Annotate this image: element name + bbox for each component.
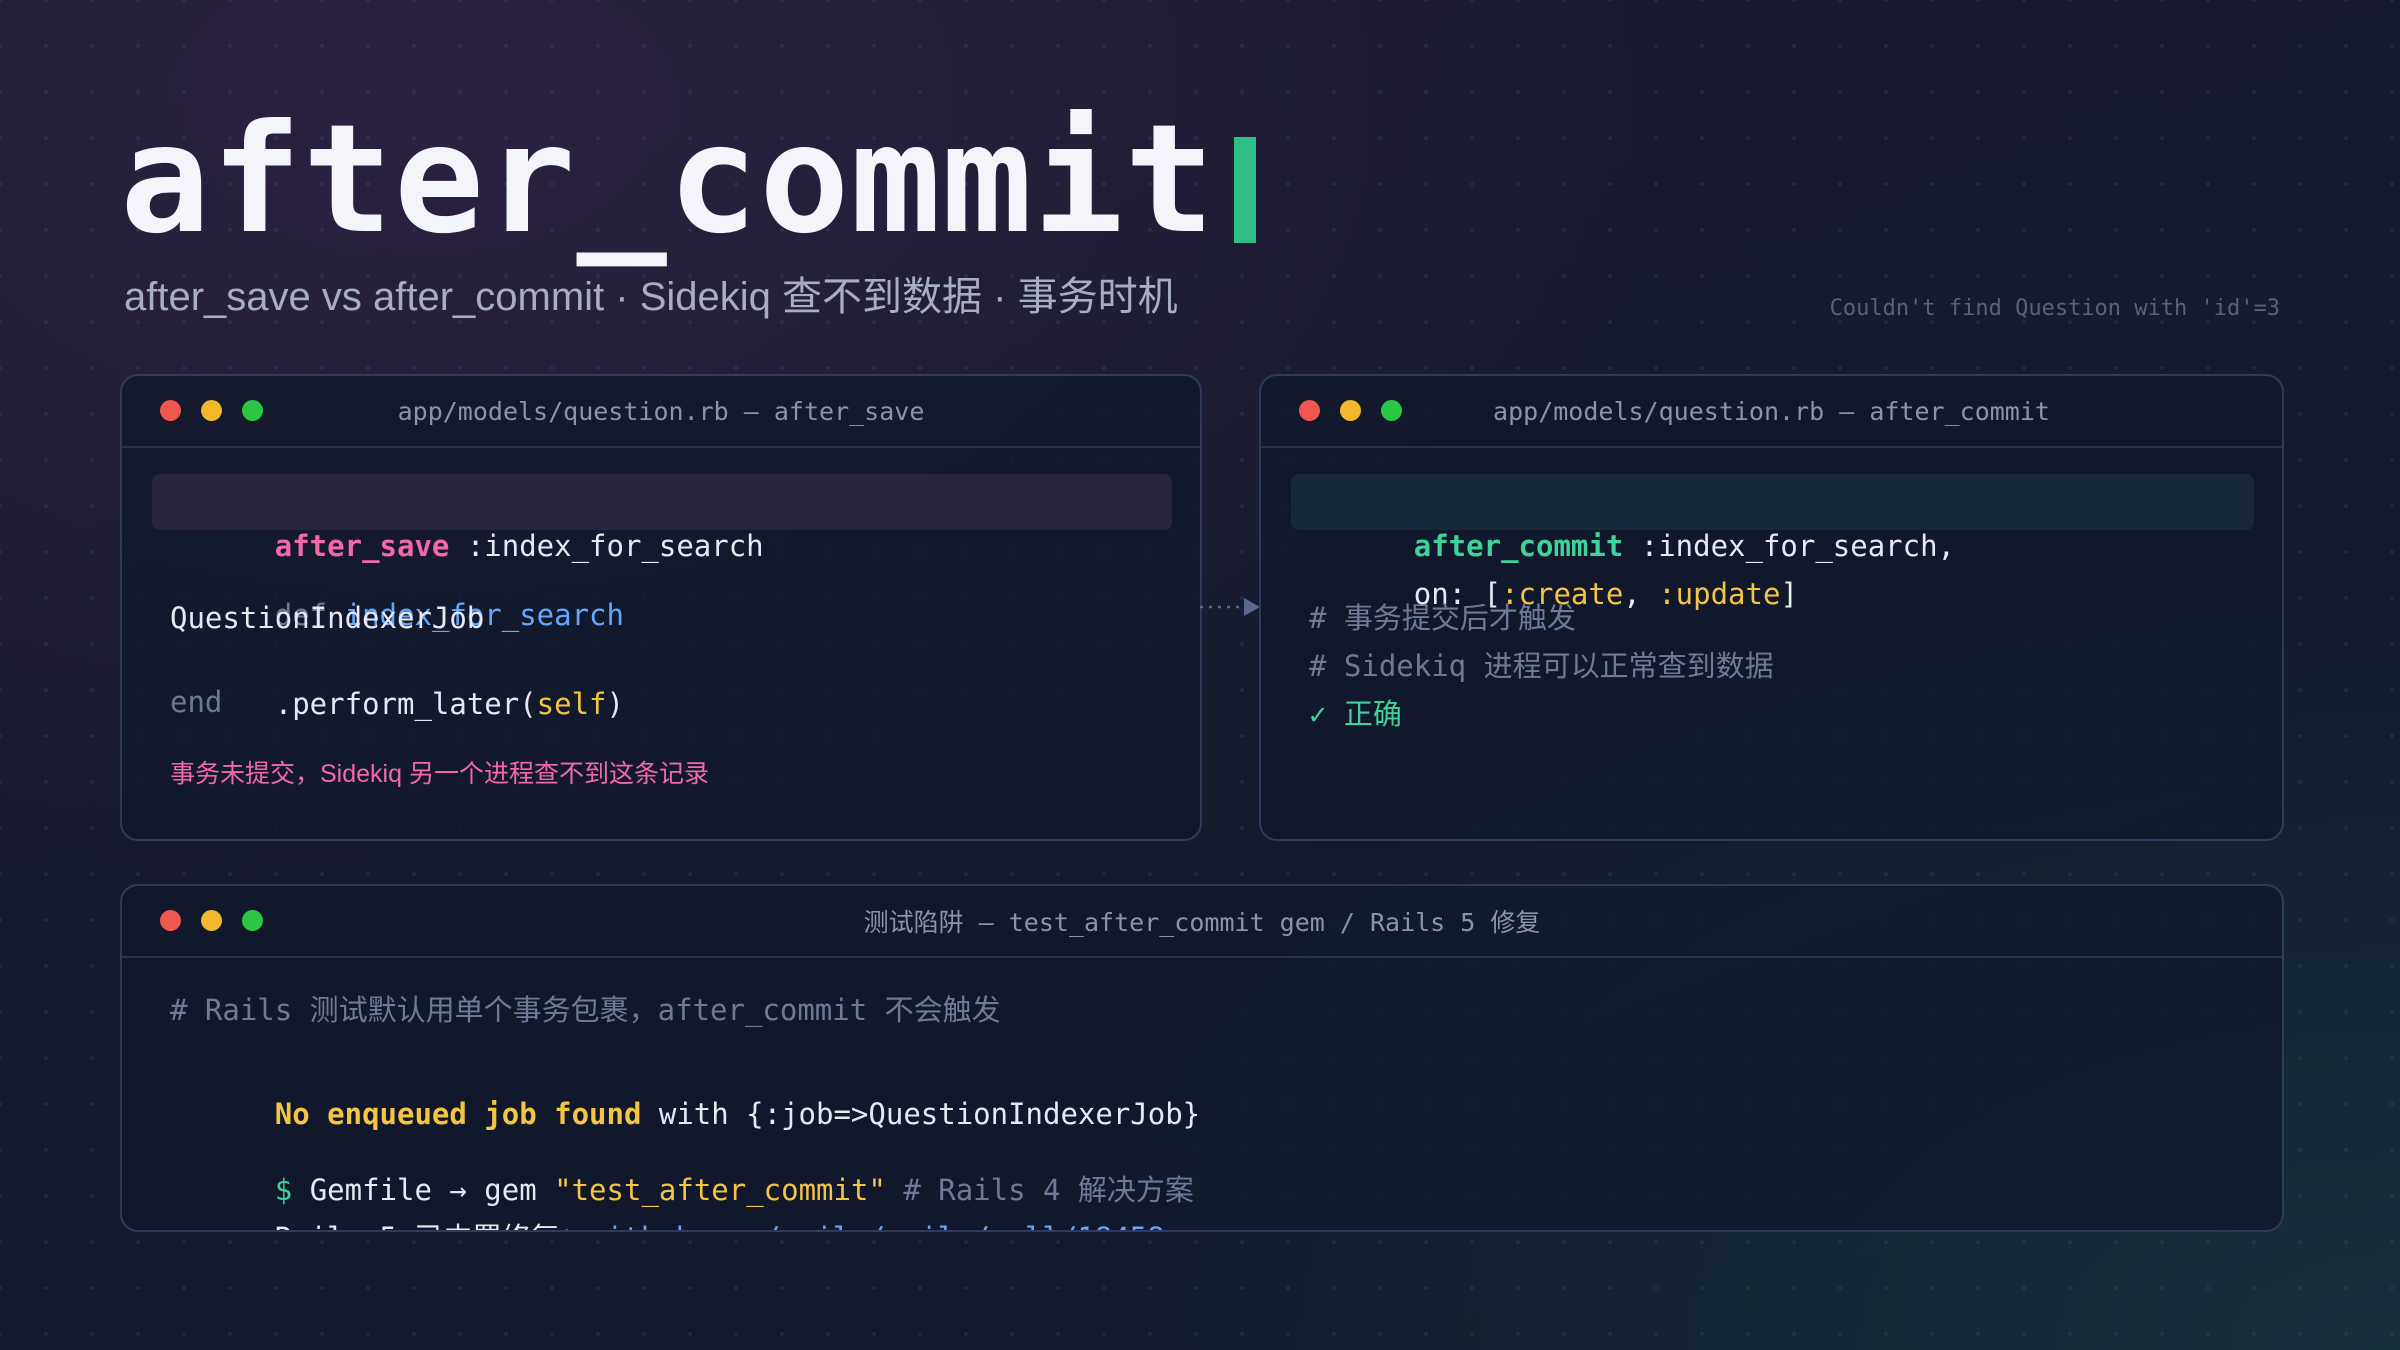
- code-comment: # Rails 测试默认用单个事务包裹，after_commit 不会触发: [170, 993, 1001, 1027]
- code-line-perform: .perform_later(self): [170, 638, 624, 770]
- update-symbol: :update: [1658, 577, 1781, 611]
- code-comment-1: # 事务提交后才触发: [1309, 601, 1576, 635]
- fix-text: Rails 5 已内置修复：: [275, 1221, 589, 1230]
- code-window-test-pitfall: 测试陷阱 — test_after_commit gem / Rails 5 修…: [120, 884, 2284, 1232]
- fix-link[interactable]: github.com/rails/rails/pull/18458: [588, 1221, 1164, 1230]
- page-title: after_commit: [120, 105, 1256, 255]
- close-dot-icon[interactable]: [160, 400, 181, 421]
- code-window-after-commit: app/models/question.rb — after_commit af…: [1259, 374, 2284, 841]
- window-controls: [160, 400, 263, 421]
- success-note: ✓ 正确: [1309, 697, 1402, 731]
- error-hint: Couldn't find Question with 'id'=3: [1829, 296, 2280, 321]
- window-controls: [160, 910, 263, 931]
- close-dot-icon[interactable]: [1299, 400, 1320, 421]
- page-subtitle: after_save vs after_commit · Sidekiq 查不到…: [124, 275, 1178, 319]
- code-line-on: on: [:create, :update]: [1309, 528, 1798, 660]
- maximize-dot-icon[interactable]: [242, 910, 263, 931]
- cursor-icon: [1233, 137, 1256, 243]
- code-window-after-save: app/models/question.rb — after_save afte…: [120, 374, 1202, 841]
- arrow-right-icon: [1200, 598, 1260, 616]
- window-title: app/models/question.rb — after_save: [397, 396, 925, 426]
- array-close: ]: [1780, 577, 1798, 611]
- page-title-text: after_commit: [120, 93, 1216, 267]
- warning-note: 事务未提交，Sidekiq 另一个进程查不到这条记录: [170, 760, 709, 788]
- minimize-dot-icon[interactable]: [1340, 400, 1361, 421]
- close-dot-icon[interactable]: [160, 910, 181, 931]
- fix-line: Rails 5 已内置修复：github.com/rails/rails/pul…: [170, 1172, 1165, 1230]
- code-line-job: QuestionIndexerJob: [170, 601, 485, 635]
- window-titlebar: app/models/question.rb — after_commit: [1261, 376, 2282, 448]
- self-keyword: self: [536, 687, 607, 721]
- code-line-end: end: [170, 685, 223, 719]
- perform-close: ): [606, 687, 624, 721]
- code-comment-2: # Sidekiq 进程可以正常查到数据: [1309, 649, 1774, 683]
- perform-call: .perform_later(: [274, 687, 537, 721]
- window-titlebar: 测试陷阱 — test_after_commit gem / Rails 5 修…: [122, 886, 2282, 958]
- maximize-dot-icon[interactable]: [242, 400, 263, 421]
- minimize-dot-icon[interactable]: [201, 400, 222, 421]
- window-titlebar: app/models/question.rb — after_save: [122, 376, 1200, 448]
- window-title: 测试陷阱 — test_after_commit gem / Rails 5 修…: [863, 908, 1541, 937]
- maximize-dot-icon[interactable]: [1381, 400, 1402, 421]
- symbol-separator: ,: [1623, 577, 1659, 611]
- minimize-dot-icon[interactable]: [201, 910, 222, 931]
- window-controls: [1299, 400, 1402, 421]
- window-title: app/models/question.rb — after_commit: [1493, 396, 2050, 426]
